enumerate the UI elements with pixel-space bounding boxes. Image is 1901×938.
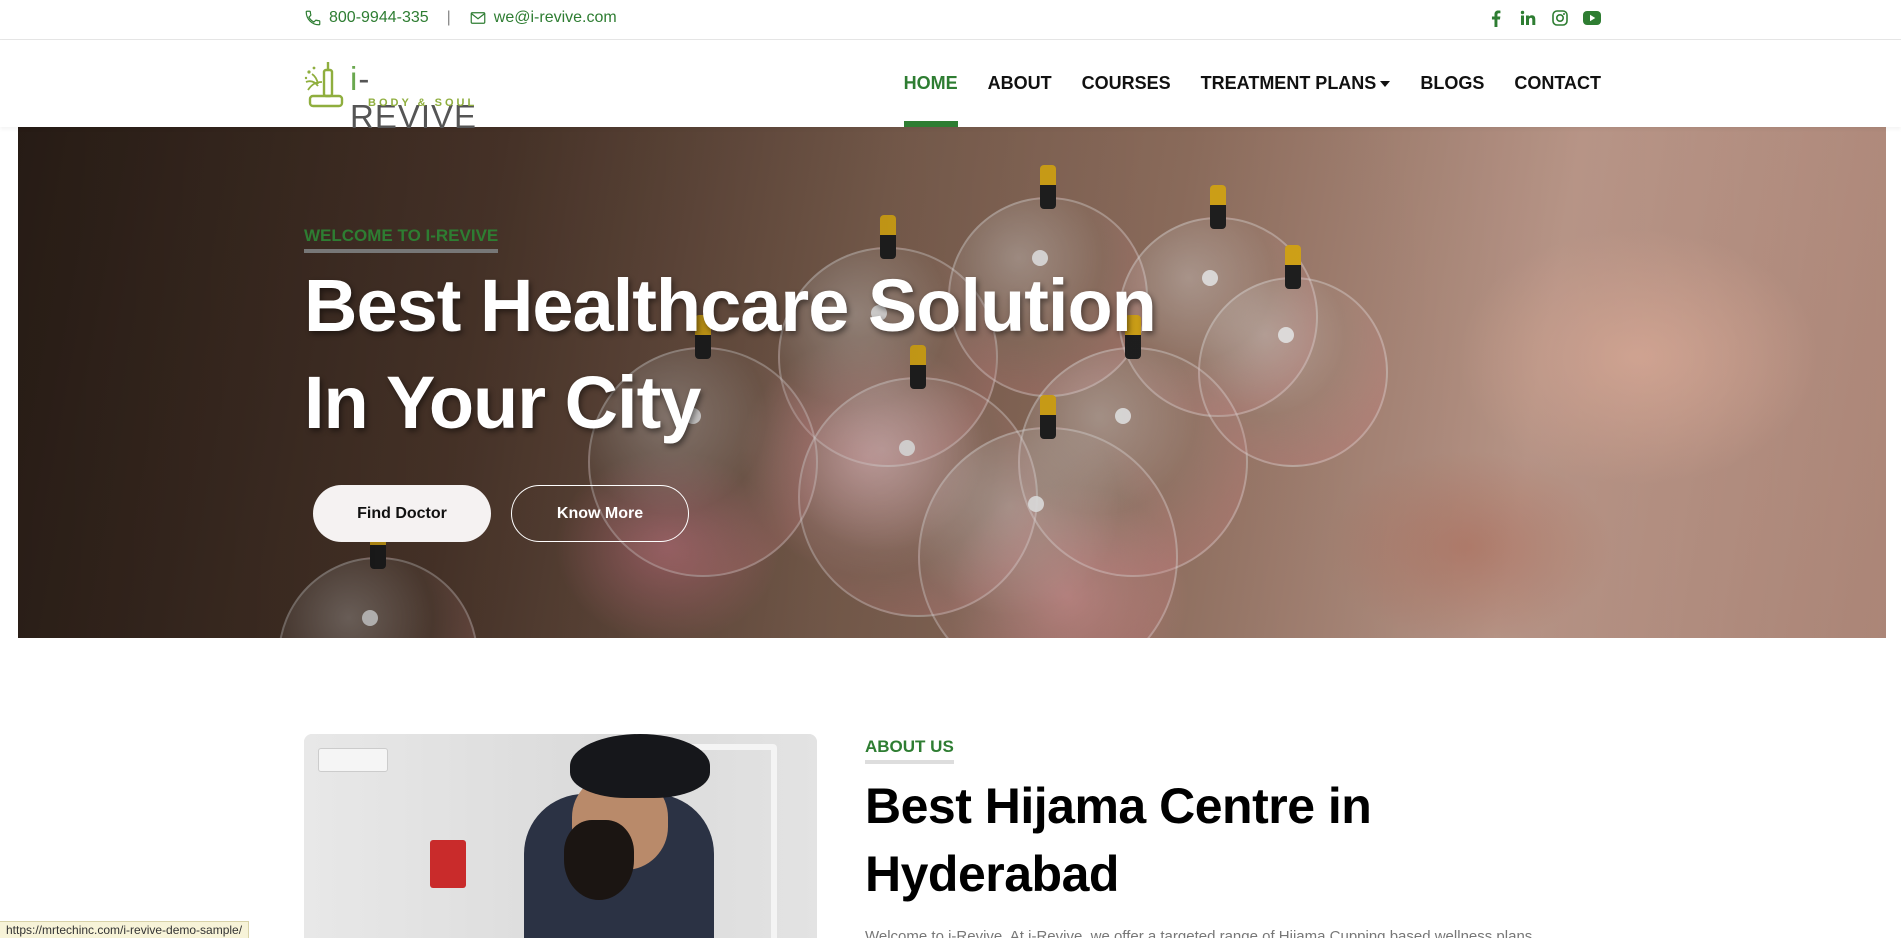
hero-title: Best Healthcare Solution In Your City (304, 257, 1204, 451)
hero-banner: WELCOME TO I-REVIVE Best Healthcare Solu… (18, 127, 1886, 638)
nav-item-home[interactable]: HOME (903, 40, 958, 127)
know-more-button[interactable]: Know More (511, 485, 689, 542)
doctor-photo (304, 734, 817, 938)
site-header: i-REVIVE BODY & SOUL HOME ABOUT COURSES … (0, 40, 1901, 135)
facebook-icon[interactable] (1487, 9, 1505, 27)
nav-item-about[interactable]: ABOUT (988, 40, 1052, 127)
main-navigation: HOME ABOUT COURSES TREATMENT PLANS BLOGS… (903, 40, 1601, 127)
browser-status-bar: https://mrtechinc.com/i-revive-demo-samp… (0, 921, 250, 938)
wall-socket-image (318, 748, 388, 772)
nav-label: CONTACT (1514, 73, 1601, 93)
top-bar: 800-9944-335 | we@i-revive.com (0, 0, 1901, 40)
logo-mark-icon (304, 62, 344, 108)
linkedin-icon[interactable] (1519, 9, 1537, 27)
site-logo[interactable]: i-REVIVE BODY & SOUL (304, 60, 494, 135)
about-title-line-2: Hyderabad (865, 846, 1119, 902)
doctor-cap (570, 734, 710, 798)
hero-title-line-2: In Your City (304, 361, 701, 444)
nav-label: BLOGS (1420, 73, 1485, 93)
sharps-box-image (430, 840, 466, 888)
instagram-icon[interactable] (1551, 9, 1569, 27)
envelope-icon (470, 12, 486, 24)
nav-label: COURSES (1081, 73, 1171, 93)
phone-number[interactable]: 800-9944-335 (329, 9, 429, 27)
about-paragraph: Welcome to i-Revive. At i-Revive, we off… (865, 928, 1533, 938)
hero-title-line-1: Best Healthcare Solution (304, 264, 1157, 347)
doctor-beard (564, 820, 634, 900)
youtube-icon[interactable] (1583, 9, 1601, 27)
contact-info: 800-9944-335 | we@i-revive.com (304, 9, 617, 27)
social-links (1487, 9, 1601, 27)
nav-item-treatment-plans[interactable]: TREATMENT PLANS (1201, 40, 1391, 127)
nav-label: ABOUT (987, 73, 1052, 93)
about-title-line-1: Best Hijama Centre in (865, 778, 1372, 834)
nav-label: HOME (903, 73, 958, 93)
logo-tagline: BODY & SOUL (368, 97, 478, 109)
find-doctor-button[interactable]: Find Doctor (313, 485, 491, 542)
nav-item-contact[interactable]: CONTACT (1514, 40, 1601, 127)
nav-item-courses[interactable]: COURSES (1082, 40, 1171, 127)
nav-item-blogs[interactable]: BLOGS (1420, 40, 1484, 127)
contact-separator: | (446, 9, 451, 26)
about-kicker: ABOUT US (865, 737, 954, 764)
caret-down-icon (1380, 80, 1391, 87)
phone-icon (305, 10, 321, 26)
email-address[interactable]: we@i-revive.com (494, 9, 617, 27)
nav-label: TREATMENT PLANS (1200, 73, 1377, 93)
about-title: Best Hijama Centre in Hyderabad (865, 772, 1565, 908)
hero-kicker: WELCOME TO I-REVIVE (304, 226, 499, 253)
